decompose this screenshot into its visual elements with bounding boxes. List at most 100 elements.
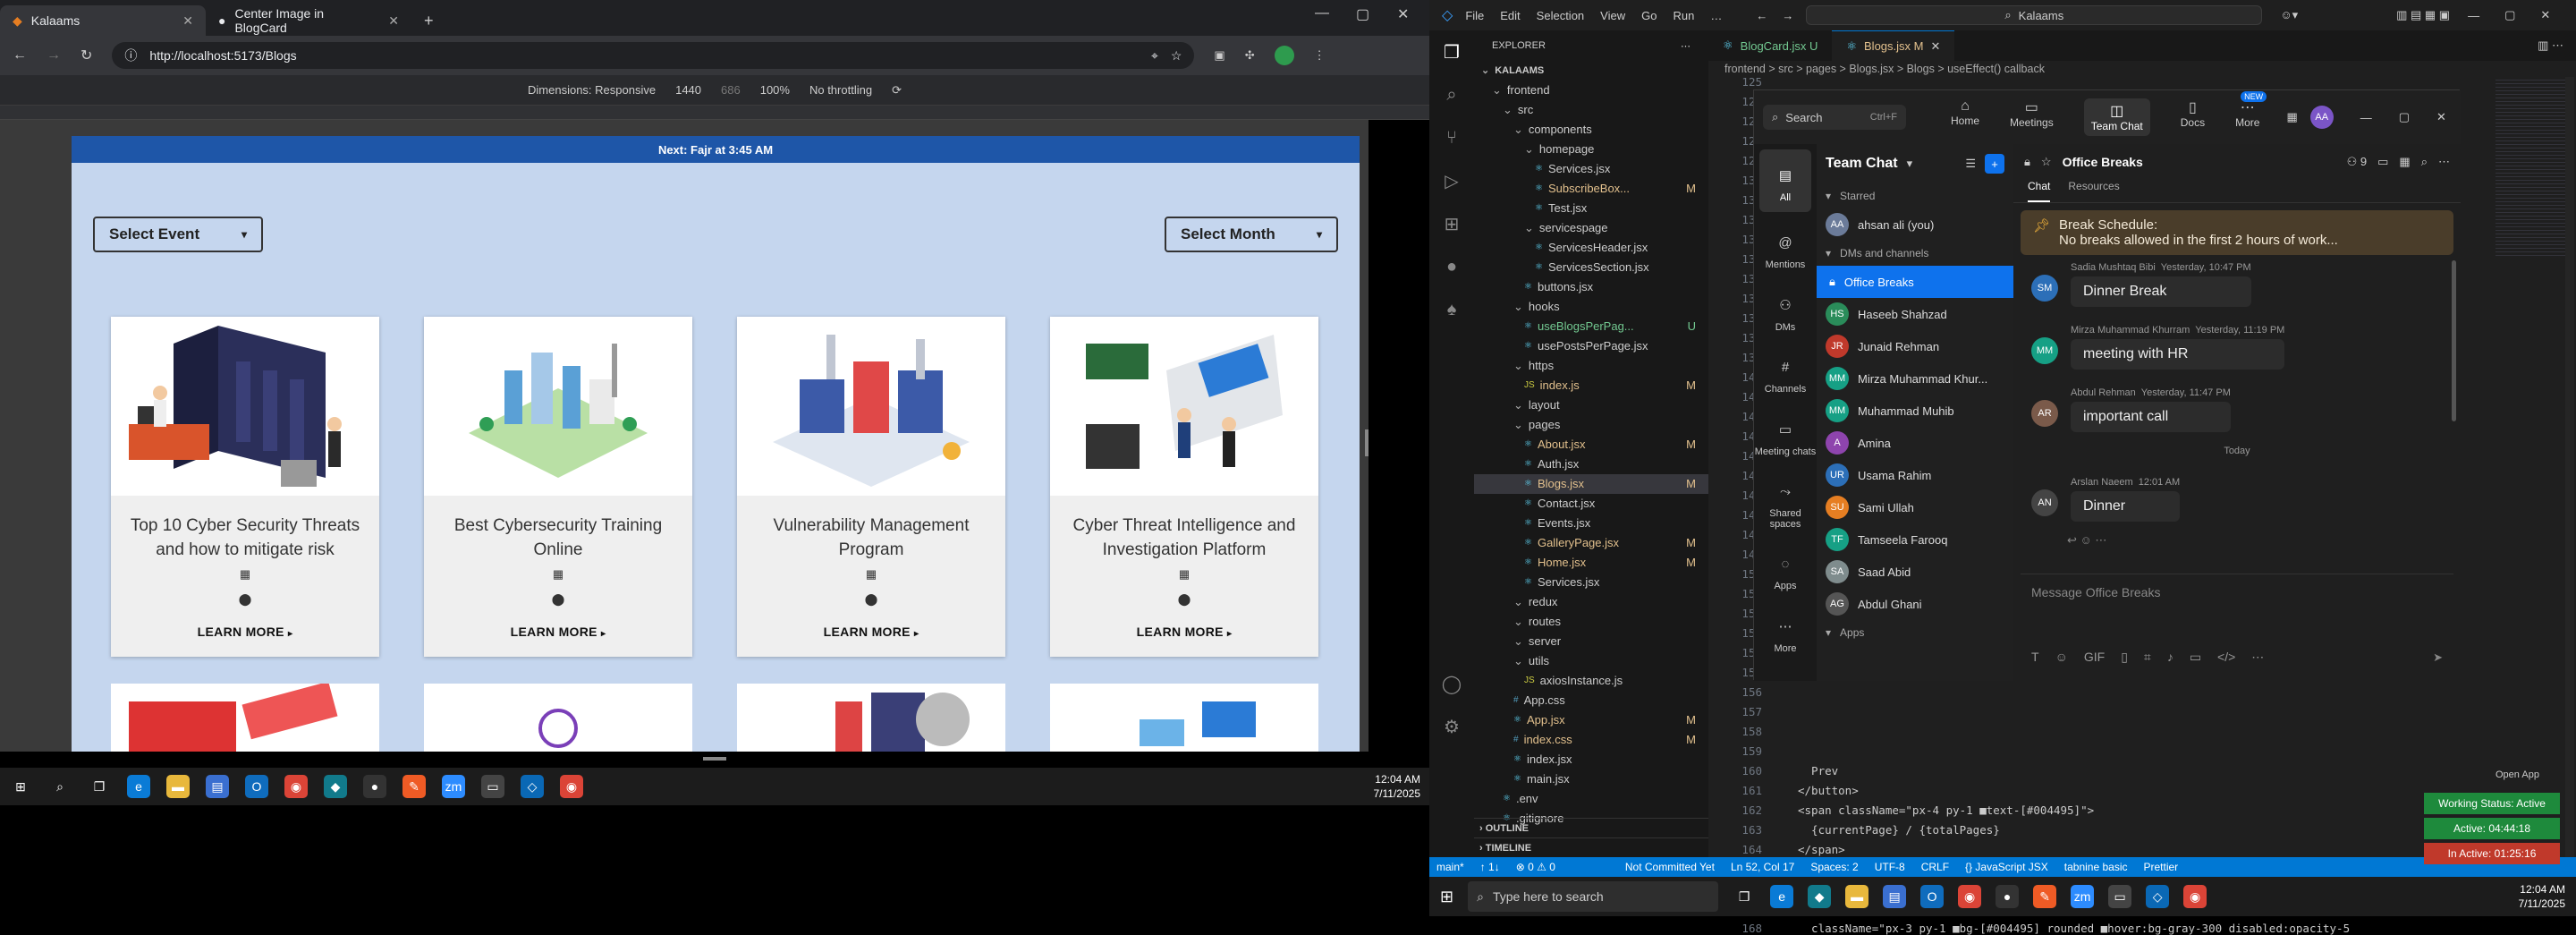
menu-view[interactable]: View [1600, 9, 1625, 22]
tree-folder[interactable]: ⌄ https [1474, 356, 1708, 376]
chrome-icon[interactable]: ◉ [284, 775, 308, 798]
more-dots-icon[interactable]: ⋯ [2438, 155, 2450, 169]
tree-file[interactable]: ⚛ index.jsx [1474, 750, 1708, 769]
blog-card[interactable] [1050, 684, 1318, 752]
rotate-icon[interactable]: ⟳ [892, 83, 902, 98]
status-item[interactable]: Spaces: 2 [1810, 861, 1858, 873]
blog-card[interactable]: Cyber Threat Intelligence and Investigat… [1050, 317, 1318, 657]
code-icon[interactable]: </> [2217, 650, 2235, 665]
zoom-nav-meetings[interactable]: ▭ Meetings [2010, 98, 2054, 136]
zoom-nav-more[interactable]: NEW ⋯ More [2235, 91, 2267, 136]
close-tab-icon[interactable]: ✕ [182, 13, 193, 29]
outlook-icon[interactable]: O [245, 775, 268, 798]
copilot-icon[interactable]: ☺▾ [2280, 8, 2298, 22]
search-icon[interactable]: ⌕ [2421, 155, 2428, 169]
file-explorer-icon[interactable]: ▬ [166, 775, 190, 798]
menu-selection[interactable]: Selection [1537, 9, 1584, 22]
learn-more-link[interactable]: LEARN MORE ▸ [424, 625, 692, 639]
tree-file[interactable]: ⚛ Contact.jsx [1474, 494, 1708, 514]
chat-message[interactable]: MM Mirza Muhammad Khurram Yesterday, 11:19… [2031, 325, 2285, 370]
tree-file[interactable]: ⚛ App.jsx M [1474, 710, 1708, 730]
viewport-resize-handle[interactable] [1365, 429, 1368, 456]
code-line[interactable]: <span className="px-4 py-1 ■text-[#00449… [1798, 803, 2094, 817]
puzzle-icon[interactable]: ✣ [1245, 48, 1255, 63]
message-reactions[interactable]: ↩ ☺ ⋯ [2067, 533, 2106, 548]
app-icon[interactable]: ◆ [324, 775, 347, 798]
tree-file[interactable]: JS index.js M [1474, 376, 1708, 395]
tree-file[interactable]: ⚛ buttons.jsx [1474, 277, 1708, 297]
learn-more-link[interactable]: LEARN MORE ▸ [1050, 625, 1318, 639]
app-icon[interactable]: ● [363, 775, 386, 798]
sender-name[interactable]: Arslan Naeem [2071, 477, 2133, 488]
github-icon[interactable]: ● [1429, 245, 1474, 288]
tree-file[interactable]: ⚛ Blogs.jsx M [1474, 474, 1708, 494]
sender-avatar[interactable]: AR [2031, 400, 2058, 427]
edge-icon[interactable]: e [127, 775, 150, 798]
rail-dms[interactable]: ⚇ DMs [1754, 279, 1817, 342]
close-window-icon[interactable]: ✕ [2436, 110, 2446, 124]
dimensions-select[interactable]: Dimensions: Responsive [528, 83, 656, 97]
blog-card[interactable] [424, 684, 692, 752]
kebab-menu-icon[interactable]: ⋮ [1314, 48, 1326, 63]
chat-list-item[interactable]: A Amina [1817, 427, 2013, 459]
bookmark-star-icon[interactable]: ☆ [1171, 48, 1182, 64]
tree-file[interactable]: ⚛ Services.jsx [1474, 573, 1708, 592]
tree-folder[interactable]: ⌄ utils [1474, 651, 1708, 671]
search-icon[interactable]: ⌕ [1429, 73, 1474, 116]
search-icon[interactable]: ⌕ [48, 775, 72, 798]
timeline-section[interactable]: › TIMELINE [1474, 837, 1708, 857]
windows-start-icon[interactable]: ⊞ [9, 775, 32, 798]
minimize-icon[interactable]: — [2468, 9, 2479, 22]
video-icon[interactable]: ▭ [2377, 155, 2388, 169]
forward-icon[interactable]: → [1782, 9, 1793, 22]
location-icon[interactable]: ⌖ [1151, 48, 1158, 64]
height-input[interactable]: 686 [721, 83, 741, 97]
edge-icon[interactable]: e [1770, 885, 1794, 908]
tree-file[interactable]: # index.css M [1474, 730, 1708, 750]
tree-file[interactable]: ⚛ usePostsPerPage.jsx [1474, 336, 1708, 356]
browser-tab-center-image[interactable]: ● Center Image in BlogCard ✕ [206, 5, 411, 36]
chrome-icon[interactable]: ◉ [560, 775, 583, 798]
open-app-label[interactable]: Open App [2496, 769, 2539, 780]
user-avatar[interactable]: AA [2309, 106, 2334, 129]
video-message-icon[interactable]: ▭ [2190, 650, 2201, 665]
blog-card[interactable]: Vulnerability Management Program ▦ ⬤ LEA… [737, 317, 1005, 657]
task-view-icon[interactable]: ❐ [88, 775, 111, 798]
filter-icon[interactable]: ☰ [1965, 157, 1976, 171]
calendar-icon[interactable]: ▦ [2286, 110, 2297, 124]
chat-list-item[interactable]: AA ahsan ali (you) [1817, 208, 2013, 241]
status-item[interactable]: CRLF [1921, 861, 1949, 873]
status-item[interactable]: tabnine basic [2064, 861, 2128, 873]
tree-file[interactable]: ⚛ Auth.jsx [1474, 455, 1708, 474]
terminal-icon[interactable]: ▭ [2108, 885, 2132, 908]
star-icon[interactable]: ☆ [2041, 155, 2052, 169]
format-icon[interactable]: T [2031, 650, 2039, 665]
chat-list-item[interactable]: SA Saad Abid [1817, 556, 2013, 588]
status-item[interactable]: {} JavaScript JSX [1965, 861, 2048, 873]
tree-file[interactable]: JS axiosInstance.js [1474, 671, 1708, 691]
chrome-icon[interactable]: ◉ [2183, 885, 2207, 908]
status-item[interactable]: ↑ 1↓ [1480, 861, 1500, 873]
tree-file[interactable]: ⚛ Test.jsx [1474, 199, 1708, 218]
new-chat-plus-icon[interactable]: + [1985, 154, 2004, 174]
forward-icon[interactable]: → [47, 47, 61, 64]
tree-file[interactable]: ⚛ Home.jsx M [1474, 553, 1708, 573]
mic-icon[interactable]: ♪ [2167, 650, 2174, 665]
code-line[interactable]: Prev [1798, 764, 1838, 778]
learn-more-link[interactable]: LEARN MORE ▸ [111, 625, 379, 639]
tree-folder[interactable]: ⌄ src [1474, 100, 1708, 120]
menu-more[interactable]: … [1710, 9, 1722, 22]
tree-folder[interactable]: ⌄ pages [1474, 415, 1708, 435]
zoom-icon[interactable]: zm [442, 775, 465, 798]
learn-more-link[interactable]: LEARN MORE ▸ [737, 625, 1005, 639]
menu-edit[interactable]: Edit [1500, 9, 1520, 22]
site-info-icon[interactable]: ⓘ [124, 47, 137, 64]
back-icon[interactable]: ← [13, 47, 27, 64]
profile-avatar[interactable] [1274, 46, 1294, 65]
tree-file[interactable]: ⚛ Services.jsx [1474, 159, 1708, 179]
postman-icon[interactable]: ✎ [402, 775, 426, 798]
bottom-resize-handle[interactable] [703, 757, 726, 761]
blog-card[interactable] [737, 684, 1005, 752]
taskbar-search-box[interactable]: ⌕ Type here to search [1468, 881, 1719, 912]
chat-list-item[interactable]: JR Junaid Rehman [1817, 330, 2013, 362]
